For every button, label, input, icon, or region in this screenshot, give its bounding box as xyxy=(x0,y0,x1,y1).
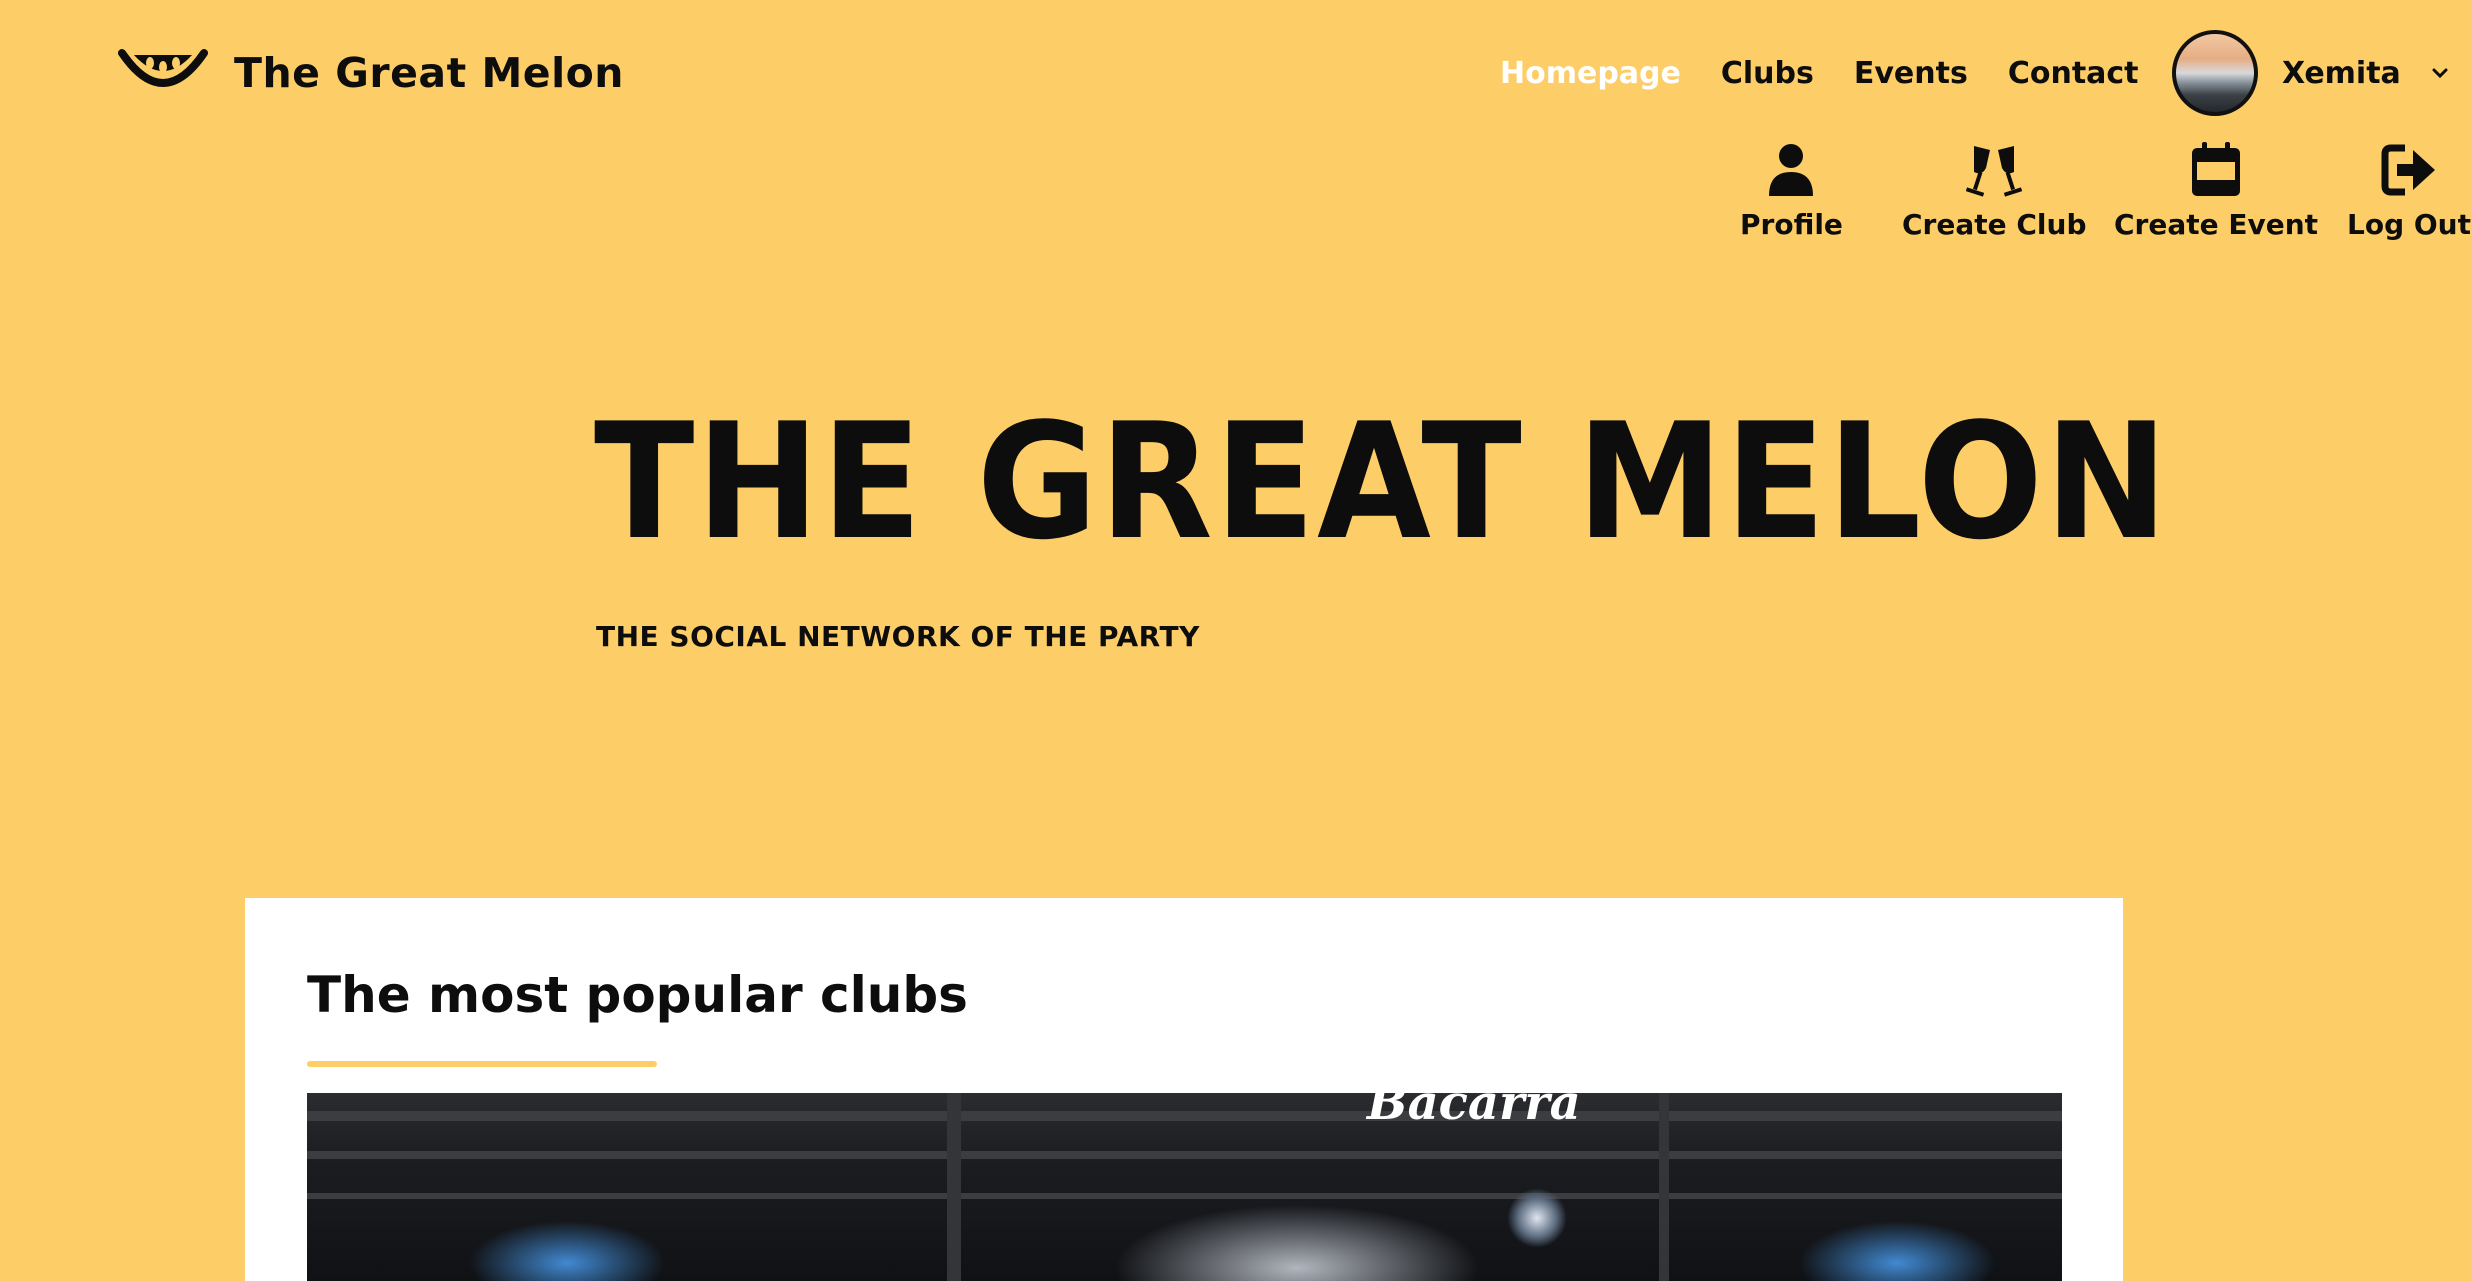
user-actions-nav: Profile Create Club Create Event Log Out xyxy=(1740,140,2472,250)
subnav-label: Create Event xyxy=(2114,208,2319,241)
nav-contact[interactable]: Contact xyxy=(2008,56,2139,91)
hero-title: THE GREAT MELON xyxy=(594,388,2170,575)
section-title: The most popular clubs xyxy=(307,966,968,1024)
subnav-create-event[interactable]: Create Event xyxy=(2114,140,2318,241)
top-navbar: The Great Melon Homepage Clubs Events Co… xyxy=(0,0,2472,140)
logout-icon xyxy=(2381,144,2435,196)
username: Xemita xyxy=(2282,55,2401,91)
subnav-label: Log Out xyxy=(2347,208,2471,241)
user-menu-toggle[interactable]: Xemita xyxy=(2172,28,2449,118)
avatar xyxy=(2172,30,2258,116)
club-sign: Bacarra xyxy=(1367,1093,1581,1131)
club-carousel-image[interactable]: Bacarra xyxy=(307,1093,2062,1281)
calendar-icon xyxy=(2192,142,2241,196)
spotlight xyxy=(1507,1188,1567,1248)
user-icon xyxy=(1769,144,1814,196)
melon-logo-icon xyxy=(118,49,208,87)
popular-clubs-card: The most popular clubs Bacarra xyxy=(245,898,2123,1281)
brand-link[interactable]: The Great Melon xyxy=(118,38,624,108)
hero-subtitle: THE SOCIAL NETWORK OF THE PARTY xyxy=(596,620,1200,653)
glasses-cheers-icon xyxy=(1966,146,2023,197)
truss-post xyxy=(1659,1093,1669,1281)
main-nav: Homepage Clubs Events Contact xyxy=(1500,48,2139,98)
title-underline xyxy=(307,1061,657,1067)
ceiling-beam xyxy=(307,1193,2062,1199)
chevron-down-icon xyxy=(2432,68,2448,79)
subnav-profile[interactable]: Profile xyxy=(1740,140,1843,241)
brand-name: The Great Melon xyxy=(234,49,624,97)
subnav-label: Create Club xyxy=(1902,208,2087,241)
nav-clubs[interactable]: Clubs xyxy=(1721,56,1814,91)
nav-events[interactable]: Events xyxy=(1854,56,1968,91)
subnav-label: Profile xyxy=(1740,208,1843,241)
subnav-create-club[interactable]: Create Club xyxy=(1902,140,2087,241)
nav-homepage[interactable]: Homepage xyxy=(1500,56,1681,91)
truss-post xyxy=(947,1093,961,1281)
subnav-log-out[interactable]: Log Out xyxy=(2347,140,2471,241)
ceiling-beam xyxy=(307,1111,2062,1121)
ceiling-beam xyxy=(307,1151,2062,1159)
